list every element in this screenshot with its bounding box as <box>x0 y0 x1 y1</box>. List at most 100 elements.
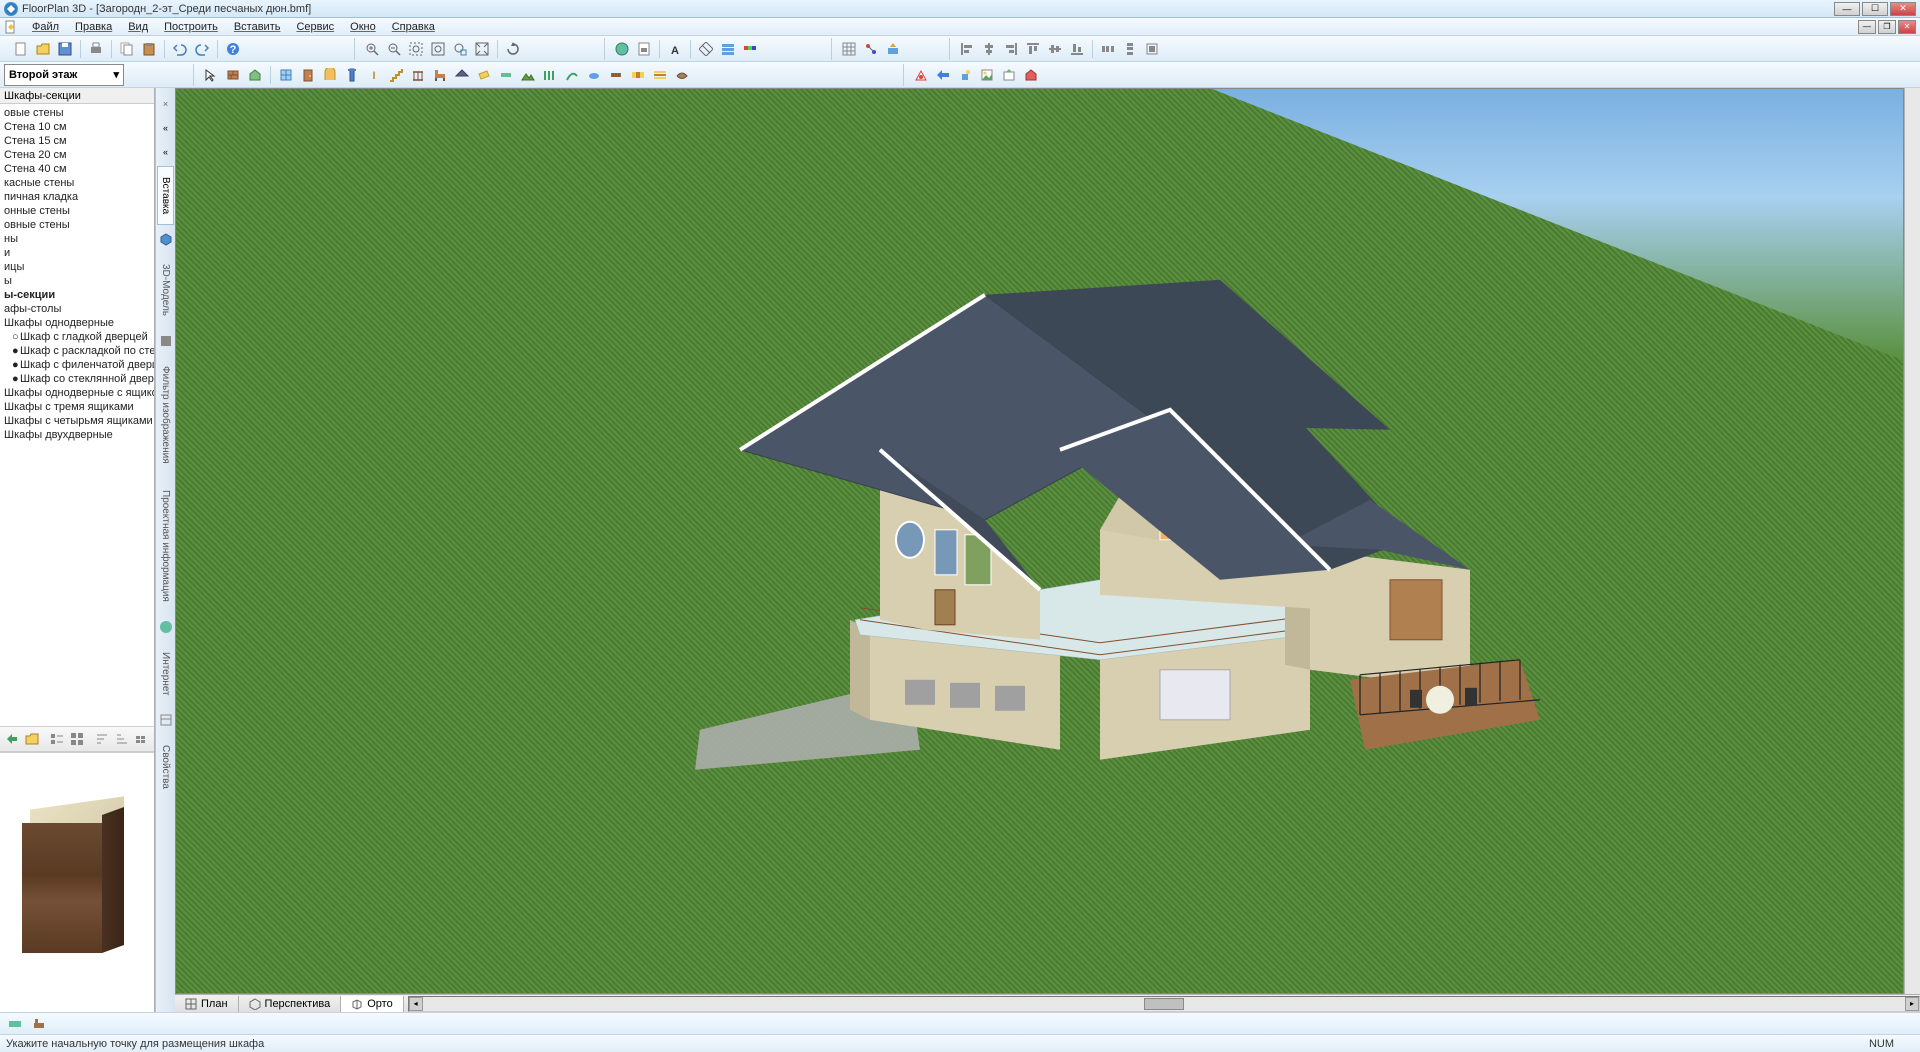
list-view-button[interactable] <box>48 729 66 749</box>
vtab-expand-icon[interactable]: « <box>158 144 174 160</box>
scroll-left-button[interactable]: ◂ <box>409 997 423 1011</box>
furniture-tool-button[interactable] <box>430 65 450 85</box>
plant-tool-button[interactable] <box>628 65 648 85</box>
path-tool-button[interactable] <box>562 65 582 85</box>
paste-button[interactable] <box>139 39 159 59</box>
snap-options-button[interactable] <box>883 39 903 59</box>
window-tool-button[interactable] <box>276 65 296 85</box>
tree-item[interactable]: Стена 15 см <box>0 134 154 148</box>
sort-button[interactable] <box>93 729 111 749</box>
insert-button[interactable] <box>3 729 21 749</box>
filter-button[interactable] <box>113 729 131 749</box>
tree-item[interactable]: ны <box>0 232 154 246</box>
distribute-h-button[interactable] <box>1098 39 1118 59</box>
open-file-button[interactable] <box>33 39 53 59</box>
groups-button[interactable] <box>133 729 151 749</box>
vtab-project-info[interactable]: Проектная информация <box>157 479 174 613</box>
distribute-v-button[interactable] <box>1120 39 1140 59</box>
tree-item[interactable]: ●Шкаф с филенчатой дверцей <box>0 358 154 372</box>
export-button[interactable] <box>999 65 1019 85</box>
roof-tool-button[interactable] <box>452 65 472 85</box>
tree-item[interactable]: Шкафы с четырьмя ящиками <box>0 414 154 428</box>
tree-item[interactable]: онные стены <box>0 204 154 218</box>
tree-item[interactable]: ицы <box>0 260 154 274</box>
materials-button[interactable] <box>740 39 760 59</box>
view-tab-perspective[interactable]: Перспектива <box>239 996 342 1012</box>
tree-item[interactable]: овные стены <box>0 218 154 232</box>
view-tab-ortho[interactable]: Орто <box>341 996 403 1012</box>
room-tool-button[interactable] <box>245 65 265 85</box>
undo-button[interactable] <box>170 39 190 59</box>
align-left-button[interactable] <box>957 39 977 59</box>
tree-item[interactable]: Стена 10 см <box>0 120 154 134</box>
tree-item[interactable]: Стена 20 см <box>0 148 154 162</box>
align-center-h-button[interactable] <box>979 39 999 59</box>
filter-tab-icon[interactable] <box>158 333 174 349</box>
vtab-properties[interactable]: Свойства <box>157 734 174 800</box>
fence-tool-button[interactable] <box>540 65 560 85</box>
door-tool-button[interactable] <box>298 65 318 85</box>
vtab-close-icon[interactable]: × <box>158 96 174 112</box>
print-preview-button[interactable] <box>634 39 654 59</box>
3d-viewport[interactable] <box>175 88 1904 994</box>
doc-restore-button[interactable]: ❐ <box>1878 20 1896 34</box>
window-maximize-button[interactable]: ☐ <box>1862 2 1888 16</box>
world-button[interactable] <box>612 39 632 59</box>
tree-item[interactable]: Шкафы двухдверные <box>0 428 154 442</box>
horizontal-scrollbar[interactable]: ◂ ▸ <box>408 996 1920 1012</box>
tree-item[interactable]: Шкафы однодверные с ящиком <box>0 386 154 400</box>
ceiling-tool-button[interactable] <box>496 65 516 85</box>
vtab-collapse-icon[interactable]: « <box>158 120 174 136</box>
scroll-thumb[interactable] <box>1144 998 1184 1010</box>
save-file-button[interactable] <box>55 39 75 59</box>
menu-help[interactable]: Справка <box>384 19 443 35</box>
menu-insert[interactable]: Вставить <box>226 19 289 35</box>
menu-edit[interactable]: Правка <box>67 19 120 35</box>
size-match-button[interactable] <box>1142 39 1162 59</box>
help-button[interactable]: ? <box>223 39 243 59</box>
icon-view-button[interactable] <box>68 729 86 749</box>
tree-item[interactable]: и <box>0 246 154 260</box>
align-center-v-button[interactable] <box>1045 39 1065 59</box>
refresh-button[interactable] <box>503 39 523 59</box>
menu-build[interactable]: Построить <box>156 19 226 35</box>
tree-item[interactable]: Шкафы с тремя ящиками <box>0 400 154 414</box>
print-button[interactable] <box>86 39 106 59</box>
align-bottom-button[interactable] <box>1067 39 1087 59</box>
grid-button[interactable] <box>839 39 859 59</box>
select-tool-button[interactable] <box>201 65 221 85</box>
opening-tool-button[interactable] <box>320 65 340 85</box>
text-button[interactable]: A <box>665 39 685 59</box>
tree-item[interactable]: ы <box>0 274 154 288</box>
copy-button[interactable] <box>117 39 137 59</box>
snap-button[interactable] <box>861 39 881 59</box>
tree-item[interactable]: Шкафы однодверные <box>0 316 154 330</box>
zoom-in-button[interactable] <box>362 39 382 59</box>
properties-tab-icon[interactable] <box>158 712 174 728</box>
zoom-fit-button[interactable] <box>428 39 448 59</box>
tree-item[interactable]: ○Шкаф с гладкой дверцей <box>0 330 154 344</box>
railing-tool-button[interactable] <box>408 65 428 85</box>
render-button[interactable] <box>977 65 997 85</box>
menu-view[interactable]: Вид <box>120 19 156 35</box>
deck-tool-button[interactable] <box>606 65 626 85</box>
menu-file[interactable]: Файл <box>24 19 67 35</box>
pool-tool-button[interactable] <box>584 65 604 85</box>
symbol-tool-button[interactable] <box>672 65 692 85</box>
text-label-button[interactable] <box>650 65 670 85</box>
sun-button[interactable] <box>955 65 975 85</box>
menu-window[interactable]: Окно <box>342 19 384 35</box>
beam-tool-button[interactable]: I <box>364 65 384 85</box>
camera-button[interactable] <box>911 65 931 85</box>
floor-selector[interactable]: Второй этаж ▾ <box>4 64 124 86</box>
vertical-scrollbar[interactable] <box>1904 88 1920 994</box>
terrain-tool-button[interactable] <box>518 65 538 85</box>
tree-item[interactable]: пичная кладка <box>0 190 154 204</box>
menu-service[interactable]: Сервис <box>288 19 342 35</box>
zoom-out-button[interactable] <box>384 39 404 59</box>
zoom-window-button[interactable] <box>406 39 426 59</box>
tree-item[interactable]: касные стены <box>0 176 154 190</box>
new-file-button[interactable] <box>11 39 31 59</box>
wall-tool-button[interactable] <box>223 65 243 85</box>
settings-button[interactable] <box>1021 65 1041 85</box>
